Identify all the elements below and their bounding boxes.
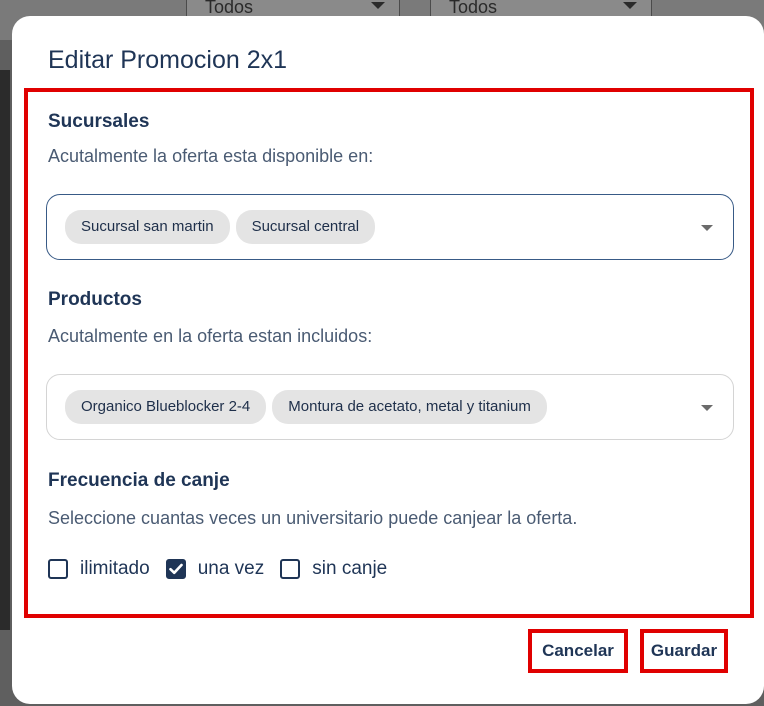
checkmark-icon bbox=[168, 563, 183, 575]
option-una-vez[interactable]: una vez bbox=[165, 558, 265, 580]
background-edge bbox=[0, 70, 10, 630]
dialog-title: Editar Promocion 2x1 bbox=[48, 46, 288, 74]
option-label: ilimitado bbox=[80, 558, 150, 579]
frecuencia-subtitle: Seleccione cuantas veces un universitari… bbox=[48, 508, 578, 528]
productos-subtitle: Acutalmente en la oferta estan incluidos… bbox=[48, 326, 373, 346]
chevron-down-icon bbox=[623, 2, 637, 9]
option-label: sin canje bbox=[312, 558, 388, 579]
cancel-button[interactable]: Cancelar bbox=[534, 635, 622, 667]
sucursales-subtitle: Acutalmente la oferta esta disponible en… bbox=[48, 146, 374, 166]
producto-chip[interactable]: Organico Blueblocker 2-4 bbox=[65, 390, 267, 424]
background-filter-a-label: Todos bbox=[205, 0, 254, 17]
option-ilimitado[interactable]: ilimitado bbox=[48, 558, 150, 580]
sucursales-title: Sucursales bbox=[48, 111, 150, 132]
checkbox-ilimitado[interactable] bbox=[48, 559, 68, 579]
frecuencia-title: Frecuencia de canje bbox=[48, 470, 230, 491]
frecuencia-options: ilimitado una vez sin canje bbox=[48, 558, 403, 580]
checkbox-sin-canje[interactable] bbox=[280, 559, 301, 579]
chevron-down-icon bbox=[371, 2, 385, 9]
save-button[interactable]: Guardar bbox=[644, 635, 724, 667]
checkbox-una-vez[interactable] bbox=[165, 559, 186, 579]
edit-promotion-dialog: Editar Promocion 2x1 Sucursales Acutalme… bbox=[12, 16, 764, 704]
option-label: una vez bbox=[197, 558, 265, 579]
producto-chip[interactable]: Montura de acetato, metal y titanium bbox=[272, 390, 547, 424]
productos-select[interactable]: Organico Blueblocker 2-4 Montura de acet… bbox=[46, 374, 734, 440]
form-highlight bbox=[24, 88, 754, 618]
sucursales-select[interactable]: Sucursal san martin Sucursal central bbox=[46, 194, 734, 260]
sucursal-chip[interactable]: Sucursal central bbox=[235, 210, 376, 244]
chevron-down-icon[interactable] bbox=[701, 225, 713, 231]
background-filter-b-label: Todos bbox=[449, 0, 498, 17]
productos-title: Productos bbox=[48, 289, 142, 310]
chevron-down-icon[interactable] bbox=[701, 405, 713, 411]
sucursal-chip[interactable]: Sucursal san martin bbox=[65, 210, 230, 244]
option-sin-canje[interactable]: sin canje bbox=[280, 558, 387, 580]
